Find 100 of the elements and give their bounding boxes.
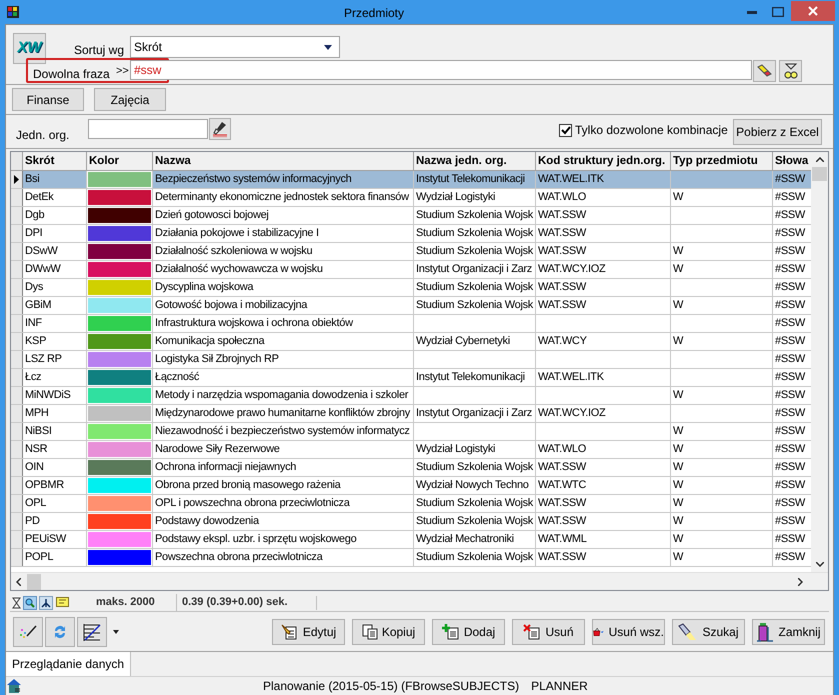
table-cell: GBiM xyxy=(25,299,52,311)
table-row[interactable]: OIN Ochrona informacji niejawnych Studium Szkolenia Wojsk WAT.SSW W #SSW xyxy=(11,459,811,477)
table-cell: #SSW xyxy=(775,533,805,545)
column-header[interactable]: Nazwa jedn. org. xyxy=(414,152,536,170)
table-row[interactable]: NiBSI Niezawodność i bezpieczeństwo systemów informatycz W #SSW xyxy=(11,423,811,441)
action-button[interactable]: Kopiuj xyxy=(352,618,425,644)
table-row[interactable]: Bsi Bezpieczeństwo systemów informacyjnych Instytut Telekomunikacji WAT.WEL.ITK #SSW xyxy=(11,171,811,189)
note-icon[interactable] xyxy=(56,596,69,608)
column-header[interactable]: Skrót xyxy=(23,152,87,170)
tree-toggle[interactable] xyxy=(39,596,53,610)
scroll-thumb[interactable] xyxy=(27,574,41,590)
action-button[interactable]: Usuń xyxy=(512,618,585,644)
table-cell: Ochrona informacji niejawnych xyxy=(155,461,296,473)
table-cell: W xyxy=(673,425,684,437)
table-row[interactable]: GBiM Gotowość bojowa i mobilizacyjna Studium Szkolenia Wojsk WAT.SSW W #SSW xyxy=(11,297,811,315)
column-header[interactable]: Kolor xyxy=(87,152,153,170)
table-cell: WAT.WCY.IOZ xyxy=(538,263,606,275)
table-cell: Obrona przed bronią masowego rażenia xyxy=(155,479,340,491)
scroll-down-icon xyxy=(816,562,824,567)
action-button[interactable]: Edytuj xyxy=(272,618,345,644)
scroll-thumb[interactable] xyxy=(812,167,827,181)
table-cell: Międzynarodowe prawo humanitarne konfliktów zbrojny xyxy=(155,407,410,419)
table-cell: Podstawy ekspl. uzbr. i sprzętu wojskowego xyxy=(155,533,356,545)
allowed-checkbox[interactable] xyxy=(559,124,572,136)
view-tab[interactable]: Przeglądanie danych xyxy=(6,652,132,676)
max-rows-label: maks. 2000 xyxy=(96,595,156,610)
action-button[interactable]: Dodaj xyxy=(432,618,505,644)
table-row[interactable]: DWwW Działalność wychowawcza w wojsku Instytut Organizacji i Zarz WAT.WCY.IOZ W #SSW xyxy=(11,261,811,279)
clear-filter-button[interactable] xyxy=(753,60,776,82)
table-row[interactable]: PD Podstawy dowodzenia Studium Szkolenia Wojsk WAT.SSW W #SSW xyxy=(11,513,811,531)
binoculars-filter-icon xyxy=(782,63,798,79)
vertical-scrollbar[interactable] xyxy=(811,152,828,572)
add-page-icon xyxy=(442,624,460,640)
panel-button[interactable]: Finanse xyxy=(12,88,84,111)
horizontal-scrollbar[interactable] xyxy=(11,572,828,590)
table-cell: INF xyxy=(25,317,42,329)
table-row[interactable]: POPL Powszechna obrona przeciwlotnicza Studium Szkolenia Wojsk WAT.SSW W #SSW xyxy=(11,549,811,567)
table-row[interactable]: OPBMR Obrona przed bronią masowego rażenia Wydział Nowych Techno WAT.WTC W #SSW xyxy=(11,477,811,495)
brush-icon xyxy=(212,121,228,137)
table-row[interactable]: OPL OPL i powszechna obrona przeciwlotnicza Studium Szkolenia Wojsk WAT.SSW W #SSW xyxy=(11,495,811,513)
table-cell: DPI xyxy=(25,227,42,239)
house-doc-icon xyxy=(6,678,22,694)
column-header[interactable]: Kod struktury jedn.org. xyxy=(536,152,671,170)
door-icon xyxy=(756,622,774,642)
sort-dropdown[interactable]: Skrót xyxy=(130,36,340,58)
table-row[interactable]: PEUiSW Podstawy ekspl. uzbr. i sprzętu wojskowego Wydział Mechatroniki WAT.WML W #SSW xyxy=(11,531,811,549)
dropdown-arrow-icon[interactable] xyxy=(113,630,119,634)
table-cell: Niezawodność i bezpieczeństwo systemów informatycz xyxy=(155,425,410,437)
close-button[interactable] xyxy=(791,0,835,20)
table-cell: Wydział Nowych Techno xyxy=(416,479,529,491)
table-row[interactable]: MPH Międzynarodowe prawo humanitarne konfliktów zbrojny Instytut Organizacji i Zarz WAT.WCY.IOZ #SSW xyxy=(11,405,811,423)
table-cell: MPH xyxy=(25,407,49,419)
table-row[interactable]: DetEk Determinanty ekonomiczne jednostek sektora finansów Wydział Logistyki WAT.WLO W #SSW xyxy=(11,189,811,207)
table-row[interactable]: NSR Narodowe Siły Rezerwowe Wydział Logistyki WAT.WLO W #SSW xyxy=(11,441,811,459)
table-cell: W xyxy=(673,533,684,545)
table-cell: #SSW xyxy=(775,443,805,455)
table-cell: WAT.SSW xyxy=(538,227,586,239)
table-row[interactable]: DSwW Działalność szkoleniowa w wojsku Studium Szkolenia Wojsk WAT.SSW W #SSW xyxy=(11,243,811,261)
table-cell: OPL i powszechna obrona przeciwlotnicza xyxy=(155,497,350,509)
table-cell: DetEk xyxy=(25,191,54,203)
table-row[interactable]: Łcz Łączność Instytut Telekomunikacji WAT.WEL.ITK #SSW xyxy=(11,369,811,387)
table-row[interactable]: KSP Komunikacja społeczna Wydział Cybernetyki WAT.WCY W #SSW xyxy=(11,333,811,351)
filter-button[interactable] xyxy=(779,60,802,82)
table-row[interactable]: LSZ RP Logistyka Sił Zbrojnych RP #SSW xyxy=(11,351,811,369)
excel-button[interactable]: Pobierz z Excel xyxy=(733,119,822,145)
delete-page-icon xyxy=(523,624,542,640)
table-cell: #SSW xyxy=(775,281,805,293)
action-button[interactable]: Szukaj xyxy=(672,618,745,644)
search-field[interactable]: #ssw xyxy=(130,60,752,80)
action-button[interactable]: Zamknij xyxy=(752,618,825,644)
table-cell: WAT.WEL.ITK xyxy=(538,173,604,185)
table-row[interactable]: MiNWDiS Metody i narzędzia wspomagania dowodzenia i szkoler W #SSW xyxy=(11,387,811,405)
table-cell: #SSW xyxy=(775,173,805,185)
table-row[interactable]: DPI Działania pokojowe i stabilizacyjne I Studium Szkolenia Wojsk WAT.SSW #SSW xyxy=(11,225,811,243)
table-cell: #SSW xyxy=(775,353,805,365)
table-cell: POPL xyxy=(25,551,54,563)
allowed-label: Tylko dozwolone kombinacje xyxy=(575,122,728,139)
panel-button[interactable]: Zajęcia xyxy=(94,88,166,111)
action-button[interactable]: Usuń wsz. xyxy=(592,618,665,644)
row-header[interactable] xyxy=(11,171,23,188)
columns-button[interactable] xyxy=(77,616,107,646)
zoom-toggle[interactable] xyxy=(23,596,37,610)
clear-org-button[interactable] xyxy=(209,118,231,140)
wand-button[interactable] xyxy=(13,616,43,646)
table-cell: Działania pokojowe i stabilizacyjne I xyxy=(155,227,319,239)
table-cell: Instytut Organizacji i Zarz xyxy=(416,263,532,275)
table-cell: Instytut Telekomunikacji xyxy=(416,371,525,383)
table-cell: W xyxy=(673,515,684,527)
column-header[interactable]: Nazwa xyxy=(153,152,414,170)
org-field[interactable] xyxy=(88,119,208,139)
table-cell: #SSW xyxy=(775,191,805,203)
table-cell: Studium Szkolenia Wojsk xyxy=(416,281,534,293)
column-header[interactable]: Typ przedmiotu xyxy=(671,152,773,170)
table-cell: KSP xyxy=(25,335,46,347)
table-cell: Dyscyplina wojskowa xyxy=(155,281,254,293)
table-row[interactable]: Dys Dyscyplina wojskowa Studium Szkolenia Wojsk WAT.SSW #SSW xyxy=(11,279,811,297)
hourglass-icon xyxy=(12,596,21,608)
table-row[interactable]: INF Infrastruktura wojskowa i ochrona obiektów #SSW xyxy=(11,315,811,333)
table-cell: #SSW xyxy=(775,227,805,239)
table-row[interactable]: Dgb Dzień gotowosci bojowej Studium Szkolenia Wojsk WAT.SSW #SSW xyxy=(11,207,811,225)
